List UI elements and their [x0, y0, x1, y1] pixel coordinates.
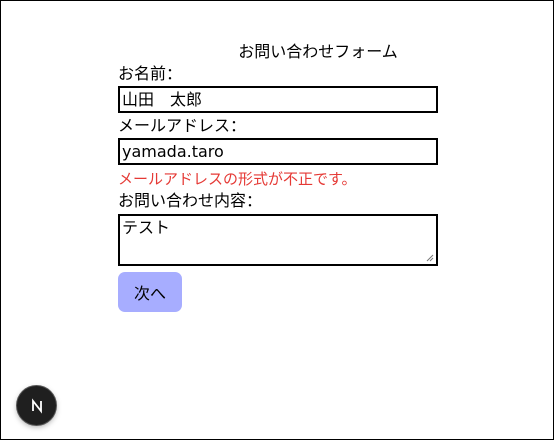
email-input[interactable]: yamada.taro [118, 138, 438, 165]
nextjs-dev-badge[interactable] [17, 386, 56, 425]
email-label: メールアドレス： [118, 116, 247, 135]
message-label: お問い合わせ内容： [118, 191, 263, 210]
next-button[interactable]: 次へ [118, 272, 182, 312]
message-text: テスト [122, 218, 171, 237]
email-error-message: メールアドレスの形式が不正です。 [118, 170, 357, 188]
resize-handle-icon[interactable] [426, 254, 434, 262]
page-frame: お問い合わせフォーム お名前： 山田 太郎 メールアドレス： yamada.ta… [0, 0, 554, 440]
contact-form: お問い合わせフォーム お名前： 山田 太郎 メールアドレス： yamada.ta… [118, 41, 438, 312]
nextjs-logo-icon [31, 397, 42, 414]
name-label: お名前： [118, 64, 183, 83]
name-input[interactable]: 山田 太郎 [118, 86, 438, 113]
form-title: お問い合わせフォーム [238, 42, 398, 61]
message-textarea[interactable]: テスト [118, 214, 438, 266]
